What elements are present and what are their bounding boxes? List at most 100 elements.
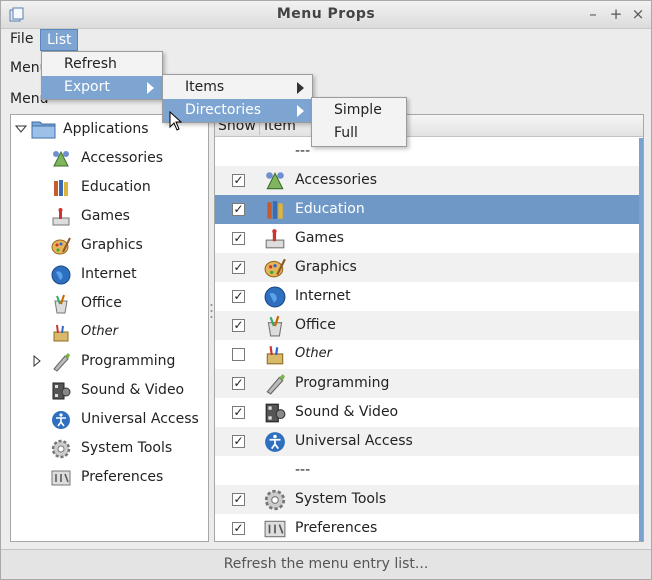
list-menu-dropdown: Refresh Export [41,51,163,100]
show-checkbox[interactable]: ✓ [232,406,245,419]
tree-item-label: Sound & Video [81,382,185,398]
status-bar: Refresh the menu entry list... [1,549,651,579]
tree-item-label: Games [81,208,130,224]
table-row[interactable]: ✓ Universal Access [215,427,639,456]
tree-item[interactable]: Internet [11,260,208,289]
tree-item-label: Other [81,324,118,339]
title-bar[interactable]: Menu Props – + × [1,1,651,29]
menu-item-items[interactable]: Items [163,76,312,99]
tree-item-label: Education [81,179,151,195]
separator-label: --- [295,462,311,478]
office-icon [54,294,68,314]
tree-item-label: Preferences [81,469,164,485]
window-title: Menu Props [276,6,376,22]
menu-list[interactable]: List [40,29,79,51]
row-label: Other [295,346,332,361]
menu-item-export-label: Export [64,79,110,95]
education-icon [267,201,283,219]
expander-closed-icon[interactable] [31,355,43,367]
table-row[interactable]: ✓ Sound & Video [215,398,639,427]
show-checkbox[interactable]: ✓ [232,261,245,274]
tree-item-label: Programming [81,353,176,369]
menu-item-items-label: Items [185,79,225,95]
table-row[interactable]: ✓ Graphics [215,253,639,282]
show-checkbox[interactable]: ✓ [232,435,245,448]
row-label: Internet [295,288,351,304]
show-checkbox[interactable]: ✓ [232,319,245,332]
maximize-button[interactable]: + [606,4,626,24]
sound-video-icon [265,403,286,423]
menu-item-simple-label: Simple [334,102,382,118]
app-window: Menu Props – + × File List Menu Menu App… [0,0,652,580]
export-submenu: Items Directories [162,74,313,123]
table-row[interactable]: ✓ Accessories [215,166,639,195]
table-row[interactable]: ✓ Office [215,311,639,340]
preferences-icon [51,470,71,486]
sound-video-icon [52,382,71,400]
table-row[interactable]: ✓ Internet [215,282,639,311]
status-text: Refresh the menu entry list... [223,556,429,572]
show-checkbox[interactable]: ✓ [232,232,245,245]
tree-item[interactable]: Graphics [11,231,208,260]
minimize-button[interactable]: – [583,4,603,24]
row-label: Office [295,317,336,333]
universal-access-icon [265,432,285,452]
row-label: Games [295,230,344,246]
table-row-separator[interactable]: --- [215,456,639,485]
show-checkbox[interactable]: ✓ [232,522,245,535]
tree-item-label: Internet [81,266,137,282]
tree-item[interactable]: Universal Access [11,405,208,434]
tree-item[interactable]: Office [11,289,208,318]
mouse-pointer-icon [169,111,183,131]
expander-open-icon[interactable] [15,123,27,135]
close-button[interactable]: × [628,4,648,24]
row-label: Preferences [295,520,378,536]
table-row-selected[interactable]: ✓ Education [215,195,639,224]
pane-splitter-handle[interactable] [210,301,213,321]
menu-item-full[interactable]: Full [312,122,406,145]
show-checkbox[interactable]: ✓ [232,377,245,390]
row-label: Sound & Video [295,404,399,420]
submenu-arrow-icon [297,105,304,117]
menu-item-directories-label: Directories [185,102,262,118]
table-row[interactable]: ✓ Preferences [215,514,639,541]
table-row[interactable]: ✓ Games [215,224,639,253]
tree-item[interactable]: Accessories [11,144,208,173]
tree-item[interactable]: Other [11,318,208,347]
internet-icon [51,265,71,285]
show-checkbox[interactable]: ✓ [232,203,245,216]
vertical-scrollbar[interactable] [639,138,643,541]
row-label: System Tools [295,491,387,507]
show-checkbox[interactable]: ✓ [232,493,245,506]
graphics-icon [51,237,71,255]
menu-tree[interactable]: Applications Accessories Education Games… [10,114,209,542]
tree-item[interactable]: System Tools [11,434,208,463]
menu-item-refresh[interactable]: Refresh [42,53,162,76]
programming-icon [266,374,285,395]
tree-item[interactable]: Programming [11,347,208,376]
row-label: Programming [295,375,390,391]
other-icon [53,324,69,342]
tree-root-label: Applications [63,121,149,137]
menu-item-export[interactable]: Export [42,76,162,99]
menu-item-directories[interactable]: Directories [163,99,312,122]
show-checkbox[interactable]: ✓ [232,174,245,187]
show-checkbox[interactable]: ✓ [232,290,245,303]
table-row-separator[interactable]: --- [215,137,639,166]
tree-item[interactable]: Preferences [11,463,208,492]
table-row[interactable]: ✓ System Tools [215,485,639,514]
entries-table[interactable]: Show Item --- ✓ Accessories ✓ Education … [214,114,644,542]
menu-item-full-label: Full [334,125,358,141]
row-label: Universal Access [295,433,413,449]
menu-item-simple[interactable]: Simple [312,99,406,122]
table-row[interactable]: ✓ Programming [215,369,639,398]
tree-item[interactable]: Sound & Video [11,376,208,405]
show-checkbox-unchecked[interactable] [232,348,245,361]
table-row[interactable]: Other [215,340,639,369]
tree-item-label: Graphics [81,237,143,253]
menu-item-refresh-label: Refresh [64,56,117,72]
tree-item[interactable]: Education [11,173,208,202]
menu-file[interactable]: File [4,29,39,51]
tree-item[interactable]: Games [11,202,208,231]
row-label: Education [295,201,365,217]
